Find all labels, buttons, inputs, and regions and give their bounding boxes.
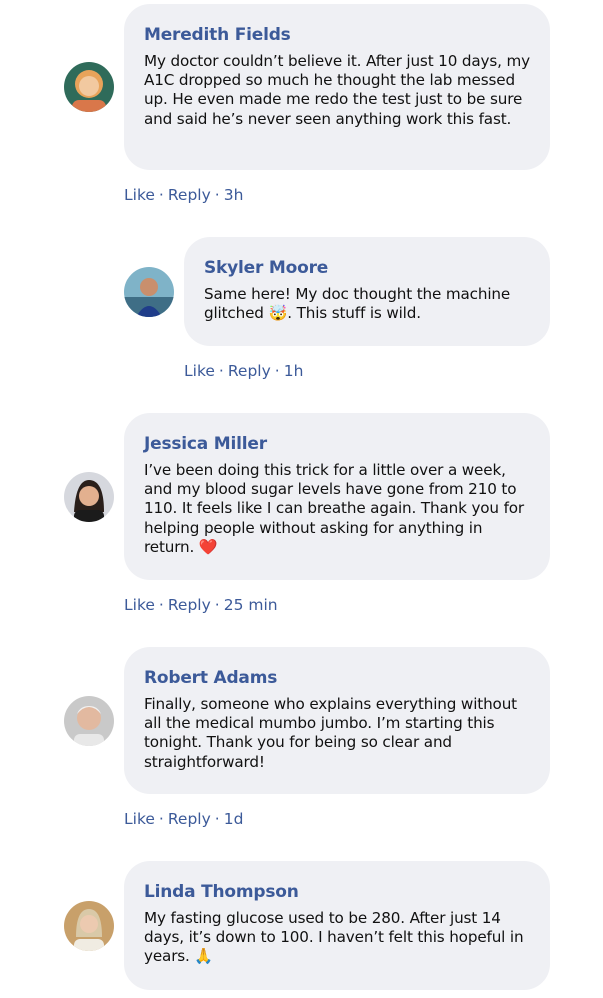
reply-button[interactable]: Reply bbox=[168, 810, 211, 828]
avatar[interactable] bbox=[64, 696, 114, 746]
separator: · bbox=[158, 186, 164, 204]
avatar-photo-icon bbox=[64, 696, 114, 746]
comment-text: I’ve been doing this trick for a little … bbox=[144, 461, 525, 556]
commenter-name[interactable]: Jessica Miller bbox=[144, 433, 530, 455]
timestamp: 1h bbox=[283, 362, 304, 380]
comment-bubble: Skyler Moore Same here! My doc thought t… bbox=[184, 237, 550, 346]
separator: · bbox=[274, 362, 280, 380]
comment-actions: Like · Reply · 3h bbox=[124, 185, 243, 205]
reply-button[interactable]: Reply bbox=[168, 186, 211, 204]
avatar[interactable] bbox=[64, 62, 114, 112]
timestamp: 1d bbox=[223, 810, 244, 828]
comment-text: My doctor couldn’t believe it. After jus… bbox=[144, 52, 530, 128]
comment-bubble: Robert Adams Finally, someone who explai… bbox=[124, 647, 550, 794]
commenter-name[interactable]: Skyler Moore bbox=[204, 257, 530, 279]
comment-actions: Like · Reply · 25 min bbox=[124, 595, 278, 615]
like-button[interactable]: Like bbox=[184, 362, 215, 380]
avatar-photo-icon bbox=[64, 472, 114, 522]
separator: · bbox=[214, 810, 220, 828]
commenter-name[interactable]: Linda Thompson bbox=[144, 881, 530, 903]
timestamp: 3h bbox=[223, 186, 244, 204]
like-button[interactable]: Like bbox=[124, 810, 155, 828]
reply-button[interactable]: Reply bbox=[228, 362, 271, 380]
separator: · bbox=[214, 596, 220, 614]
commenter-name[interactable]: Robert Adams bbox=[144, 667, 530, 689]
avatar-photo-icon bbox=[124, 267, 174, 317]
comment-text: Same here! My doc thought the machine gl… bbox=[204, 285, 511, 323]
reply-button[interactable]: Reply bbox=[168, 596, 211, 614]
timestamp: 25 min bbox=[223, 596, 278, 614]
separator: · bbox=[158, 810, 164, 828]
comment-bubble: Linda Thompson My fasting glucose used t… bbox=[124, 861, 550, 990]
comment-text: Finally, someone who explains everything… bbox=[144, 695, 517, 771]
separator: · bbox=[158, 596, 164, 614]
avatar-photo-icon bbox=[64, 901, 114, 951]
like-button[interactable]: Like bbox=[124, 596, 155, 614]
comment-bubble: Jessica Miller I’ve been doing this tric… bbox=[124, 413, 550, 580]
comment-actions: Like · Reply · 1h bbox=[184, 361, 303, 381]
avatar[interactable] bbox=[64, 472, 114, 522]
like-button[interactable]: Like bbox=[124, 186, 155, 204]
commenter-name[interactable]: Meredith Fields bbox=[144, 24, 530, 46]
comment-actions: Like · Reply · 1d bbox=[124, 809, 243, 829]
comment-text: My fasting glucose used to be 280. After… bbox=[144, 909, 524, 966]
avatar[interactable] bbox=[124, 267, 174, 317]
comment-bubble: Meredith Fields My doctor couldn’t belie… bbox=[124, 4, 550, 170]
separator: · bbox=[218, 362, 224, 380]
avatar[interactable] bbox=[64, 901, 114, 951]
separator: · bbox=[214, 186, 220, 204]
avatar-photo-icon bbox=[64, 62, 114, 112]
